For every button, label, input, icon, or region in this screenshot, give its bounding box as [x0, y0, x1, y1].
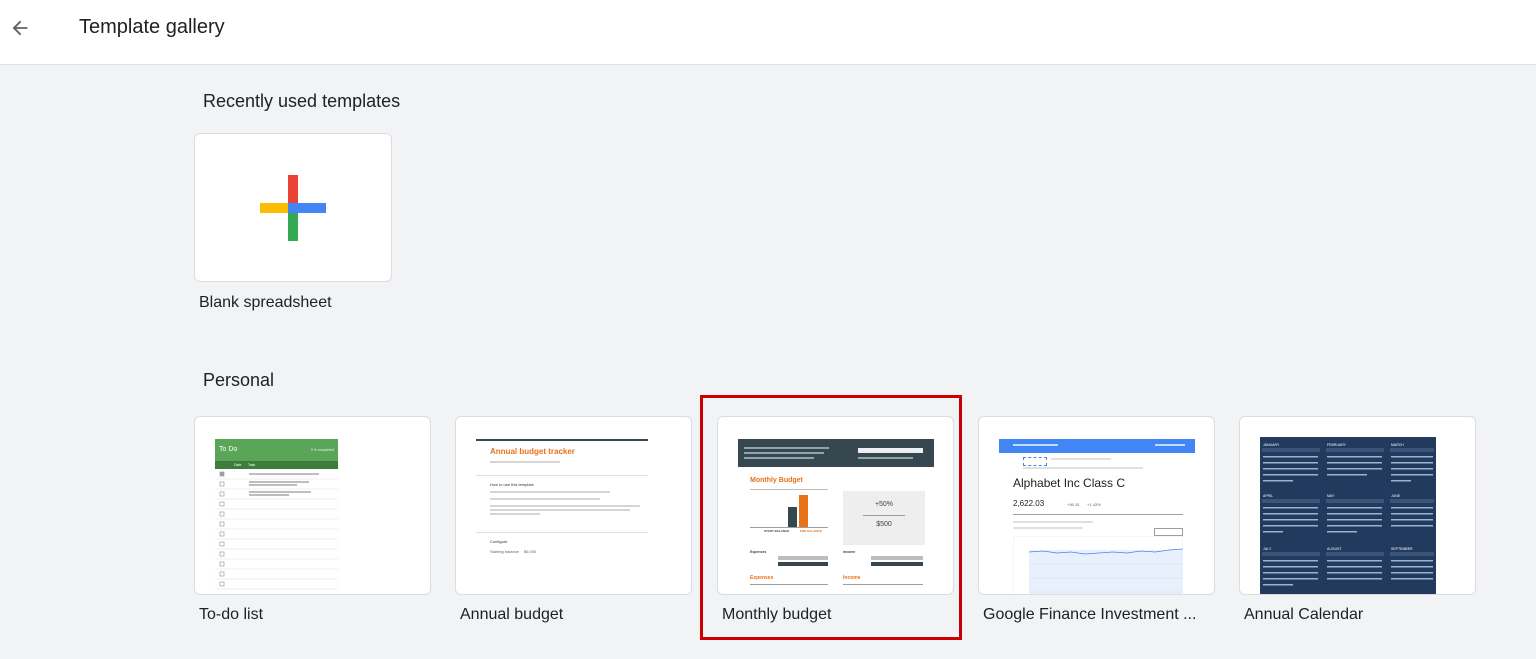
- template-label-google-finance: Google Finance Investment ...: [983, 606, 1197, 623]
- monthly-thumb-amount: $500: [876, 521, 892, 528]
- finance-thumb-price: 2,622.03: [1013, 499, 1045, 508]
- todo-thumb-col-date: Date: [234, 463, 242, 467]
- finance-thumb-change: +36.15: [1067, 502, 1080, 507]
- calendar-thumb-month-3: MARCH: [1391, 443, 1404, 447]
- annual-thumb-field: Starting balance: [490, 549, 519, 554]
- calendar-thumb-month-2: FEBRUARY: [1327, 443, 1347, 447]
- calendar-thumb-month-5: MAY: [1327, 494, 1335, 498]
- todo-thumb-col-task: Task: [248, 463, 256, 467]
- annual-thumb-section1: How to use this template: [490, 482, 534, 487]
- todo-thumb-header: To Do: [219, 446, 238, 453]
- monthly-thumb-pct: +50%: [874, 501, 894, 508]
- page-title: Template gallery: [79, 16, 225, 38]
- calendar-thumb-month-7: JULY: [1263, 547, 1272, 551]
- back-button[interactable]: [8, 16, 32, 40]
- personal-section-title: Personal: [203, 370, 275, 390]
- template-card-monthly-budget[interactable]: Monthly Budget START BALANCE END BALANCE…: [717, 416, 954, 595]
- annual-budget-thumbnail: Annual budget tracker How to use this te…: [476, 437, 672, 594]
- template-card-annual-budget[interactable]: Annual budget tracker How to use this te…: [455, 416, 692, 595]
- calendar-thumb-month-8: AUGUST: [1327, 547, 1342, 551]
- calendar-thumb-month-4: APRIL: [1263, 494, 1273, 498]
- arrow-back-icon: [12, 20, 28, 36]
- todo-thumb-rows: [215, 471, 338, 590]
- template-card-annual-calendar[interactable]: JANUARY FEBRUARY MARCH APRIL MAY JUNE JU…: [1239, 416, 1476, 595]
- top-bar: Template gallery: [0, 0, 1536, 65]
- calendar-thumb-grid: JANUARY FEBRUARY MARCH APRIL MAY JUNE JU…: [1262, 443, 1434, 586]
- finance-thumbnail: Alphabet Inc Class C 2,622.03 +36.15 +1.…: [999, 437, 1195, 594]
- template-label-todo: To-do list: [199, 606, 264, 623]
- finance-thumb-line-chart: [1013, 536, 1183, 594]
- monthly-thumb-expenses: Expenses: [750, 575, 774, 581]
- plus-multicolor-icon: [260, 175, 326, 241]
- monthly-budget-thumbnail: Monthly Budget START BALANCE END BALANCE…: [738, 437, 934, 594]
- template-card-google-finance[interactable]: Alphabet Inc Class C 2,622.03 +36.15 +1.…: [978, 416, 1215, 595]
- template-label-annual-calendar: Annual Calendar: [1244, 606, 1364, 623]
- annual-thumb-title: Annual budget tracker: [490, 447, 575, 456]
- recent-section-title: Recently used templates: [203, 91, 401, 111]
- calendar-thumb-month-1: JANUARY: [1263, 443, 1280, 447]
- blank-spreadsheet-label: Blank spreadsheet: [199, 294, 332, 311]
- monthly-thumb-left-label: START BALANCE: [764, 529, 790, 533]
- finance-thumb-pct: +1.43%: [1087, 502, 1101, 507]
- monthly-thumb-title: Monthly Budget: [750, 477, 803, 484]
- blank-spreadsheet-card[interactable]: [194, 133, 392, 282]
- calendar-thumb-month-6: JUNE: [1391, 494, 1401, 498]
- calendar-thumbnail: JANUARY FEBRUARY MARCH APRIL MAY JUNE JU…: [1260, 437, 1436, 594]
- annual-thumb-value: $5,000: [524, 549, 537, 554]
- todo-thumbnail: To Do 0 % completed Date Task: [215, 437, 411, 594]
- template-label-annual-budget: Annual budget: [460, 606, 564, 623]
- template-label-monthly-budget: Monthly budget: [722, 606, 832, 623]
- annual-thumb-section2: Configure: [490, 539, 508, 544]
- monthly-thumb-expenses-small: Expenses: [750, 550, 767, 554]
- todo-thumb-sub: 0 % completed: [310, 448, 334, 452]
- template-card-todo[interactable]: To Do 0 % completed Date Task: [194, 416, 431, 595]
- finance-thumb-company: Alphabet Inc Class C: [1013, 476, 1126, 490]
- calendar-thumb-month-9: SEPTEMBER: [1391, 547, 1413, 551]
- monthly-thumb-income-small: Income: [843, 550, 856, 554]
- monthly-thumb-right-label: END BALANCE: [800, 529, 822, 533]
- monthly-thumb-income: Income: [843, 575, 861, 581]
